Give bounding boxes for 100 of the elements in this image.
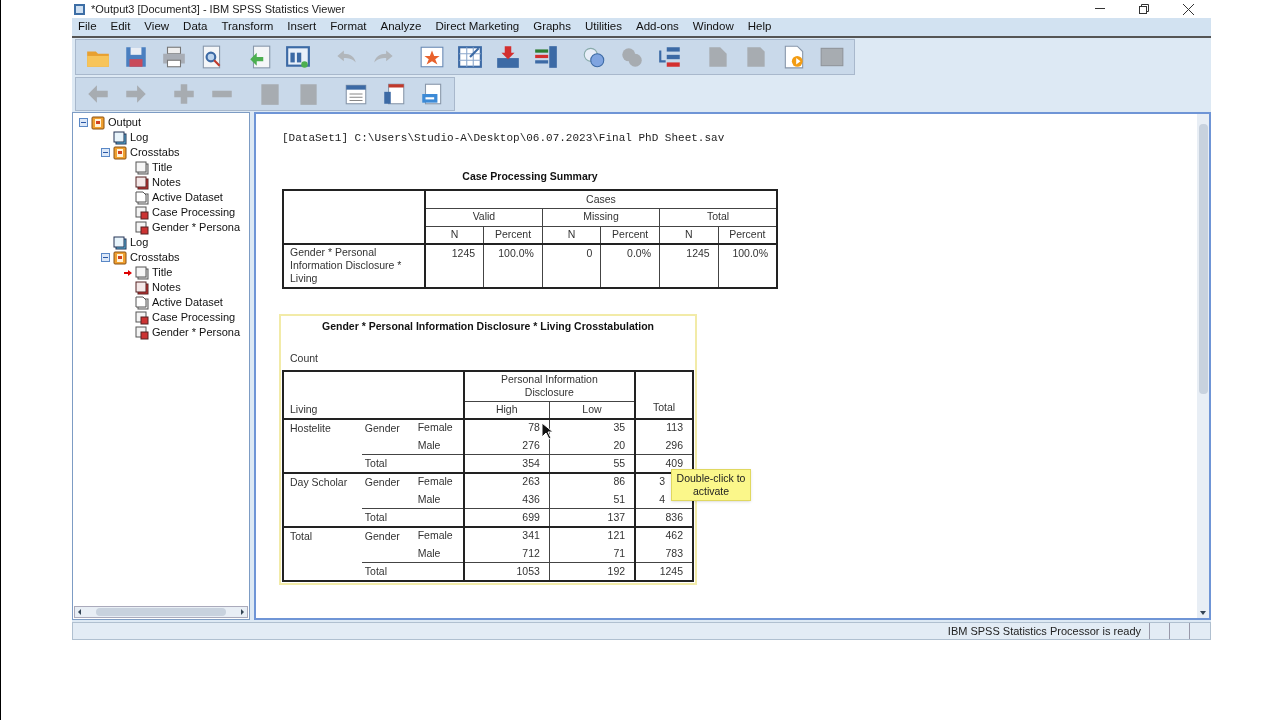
log-icon <box>113 235 127 250</box>
table-cell: 71 <box>549 544 636 563</box>
outline-item[interactable]: Notes <box>152 174 181 191</box>
menu-item[interactable]: Data <box>183 18 208 36</box>
table-cell: 192 <box>549 562 636 581</box>
menu-item[interactable]: Format <box>330 18 367 36</box>
outline-item[interactable]: Case Processing <box>152 204 236 221</box>
outline-item[interactable]: Title <box>152 159 173 176</box>
table-cell: 341 <box>463 526 550 545</box>
row-header: Day Scholar <box>283 472 362 527</box>
column-header: Valid <box>424 208 543 227</box>
outline-item[interactable]: Crosstabs <box>130 249 180 266</box>
page-icon <box>135 295 149 310</box>
outline-item[interactable]: Active Dataset <box>152 294 223 311</box>
table-icon <box>135 325 149 340</box>
table-icon <box>135 205 149 220</box>
table-cell: 137 <box>549 508 636 527</box>
menu-item[interactable]: Direct Marketing <box>435 18 520 36</box>
table-cell: 1245 <box>424 244 484 289</box>
menu-item[interactable]: Graphs <box>533 18 571 36</box>
column-header: Total <box>635 370 693 419</box>
vertical-scrollbar[interactable] <box>1197 114 1209 618</box>
row-header: Male <box>414 544 464 563</box>
table-icon <box>135 220 149 235</box>
table-cell: 113 <box>635 418 693 437</box>
table-cell: 1053 <box>463 562 550 581</box>
table-cell: 263 <box>463 472 550 491</box>
column-header: Cases <box>424 190 777 209</box>
outline-item[interactable]: Gender * Persona <box>152 324 241 341</box>
outline-item[interactable]: Case Processing <box>152 309 236 326</box>
table-cell: 712 <box>463 544 550 563</box>
table-cell: 1245 <box>635 562 693 581</box>
notes-icon <box>135 280 149 295</box>
menu-item[interactable]: View <box>144 18 170 36</box>
menu-item[interactable]: Transform <box>221 18 274 36</box>
table-cell: 783 <box>635 544 693 563</box>
tooltip: Double-click to activate <box>671 469 751 502</box>
table-caption: Count <box>289 351 319 366</box>
outline-item[interactable]: Log <box>130 234 149 251</box>
row-header: Total <box>283 526 362 581</box>
table-cell: 462 <box>635 526 693 545</box>
row-header: Female <box>414 526 464 545</box>
column-header: Missing <box>542 208 660 227</box>
row-header: Living <box>283 370 464 419</box>
book-icon <box>113 250 127 265</box>
collapse-toggle[interactable] <box>101 148 110 157</box>
row-header: Hostelite <box>283 418 362 473</box>
collapse-toggle[interactable] <box>101 253 110 262</box>
log-icon <box>113 130 127 145</box>
row-header: Gender <box>361 472 415 509</box>
table-title: Case Processing Summary <box>462 168 598 184</box>
outline-item[interactable]: Log <box>130 129 149 146</box>
row-header: Gender <box>361 418 415 455</box>
menu-item[interactable]: Analyze <box>380 18 422 36</box>
table-cell: 436 <box>463 490 550 509</box>
table-title: Gender * Personal Information Disclosure * Living Crosstabulation <box>322 319 654 335</box>
scrollbar-thumb[interactable] <box>96 608 226 616</box>
row-header: Total <box>361 454 464 473</box>
menu-item[interactable]: Add-ons <box>635 18 679 36</box>
row-header: Total <box>361 508 464 527</box>
menu-item[interactable]: Edit <box>110 18 131 36</box>
app-icon <box>73 2 87 16</box>
page-icon <box>135 190 149 205</box>
table-cell: 86 <box>549 472 636 491</box>
outline-item[interactable]: Notes <box>152 279 181 296</box>
table-cell: 51 <box>549 490 636 509</box>
table-cell: 121 <box>549 526 636 545</box>
notes-icon <box>135 175 149 190</box>
page-stack-icon <box>135 160 149 175</box>
menu-item[interactable]: File <box>78 18 97 36</box>
table-cell: 354 <box>463 454 550 473</box>
row-header: Male <box>414 490 464 509</box>
dataset-path: [DataSet1] C:\Users\Studio-A\Desktop\06.07.2023\Final PhD Sheet.sav <box>282 131 726 146</box>
page-stack-icon <box>135 265 149 280</box>
status-text: IBM SPSS Statistics Processor is ready <box>939 622 1150 640</box>
restore-icon <box>1139 4 1149 14</box>
outline-item[interactable]: Gender * Persona <box>152 219 241 236</box>
outline-item[interactable]: Crosstabs <box>130 144 180 161</box>
column-header: N <box>424 226 484 245</box>
menu-item[interactable]: Window <box>692 18 734 36</box>
collapse-toggle[interactable] <box>79 118 88 127</box>
menu-item[interactable]: Help <box>747 18 772 36</box>
row-header: Female <box>414 472 464 491</box>
outline-item[interactable]: Title <box>152 264 173 281</box>
column-header: Low <box>549 401 636 419</box>
outline-item[interactable]: Output <box>108 114 142 131</box>
menu-item[interactable]: Utilities <box>584 18 622 36</box>
table-cell: 296 <box>635 436 693 455</box>
menu-item[interactable]: Insert <box>287 18 317 36</box>
book-icon <box>91 115 105 130</box>
horizontal-scrollbar[interactable] <box>74 606 248 618</box>
outline-item[interactable]: Active Dataset <box>152 189 223 206</box>
column-header: High <box>463 401 550 419</box>
scrollbar-thumb[interactable] <box>1198 124 1208 394</box>
table-cell: 699 <box>463 508 550 527</box>
minimize-icon <box>1095 8 1105 10</box>
table-cell: 55 <box>549 454 636 473</box>
table-icon <box>135 310 149 325</box>
row-header: Male <box>414 436 464 455</box>
mouse-cursor-icon <box>541 422 553 441</box>
